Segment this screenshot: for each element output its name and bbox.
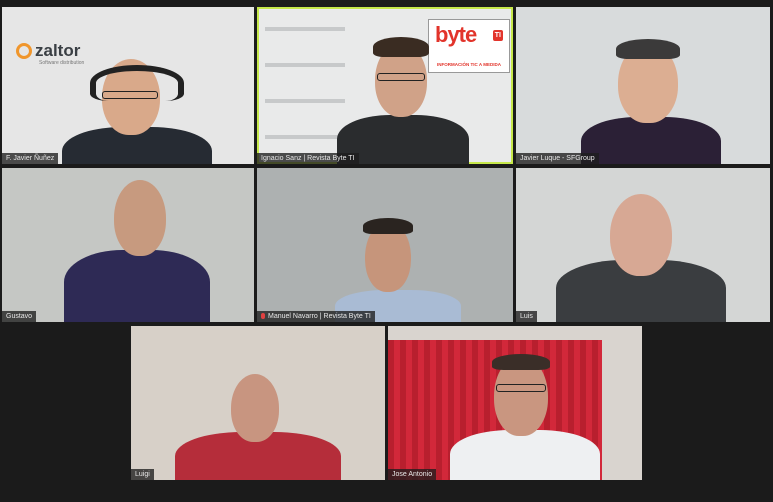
video-tile-8[interactable]: Jose Antonio	[388, 326, 642, 480]
video-tile-3[interactable]: Javier Luque - SFGroup	[516, 7, 770, 164]
participant-name: Javier Luque - SFGroup	[516, 153, 599, 164]
participant-name: Manuel Navarro | Revista Byte TI	[257, 311, 375, 322]
zaltor-logo: zaltor Software distribution	[16, 41, 84, 66]
participant-name: Ignacio Sanz | Revista Byte TI	[257, 153, 359, 164]
mic-muted-icon	[261, 313, 265, 320]
participant-name: Gustavo	[2, 311, 37, 322]
participant-name: Luis	[516, 311, 537, 322]
byte-ti-banner: byte TI INFORMACIÓN TIC A MEDIDA	[428, 19, 510, 73]
participant-name: Jose Antonio	[388, 469, 437, 480]
video-tile-5[interactable]: Manuel Navarro | Revista Byte TI	[257, 168, 513, 322]
zaltor-logo-icon	[16, 43, 32, 59]
video-tile-7[interactable]: Luigi	[131, 326, 385, 480]
video-tile-2-active-speaker[interactable]: byte TI INFORMACIÓN TIC A MEDIDA Ignacio…	[257, 7, 513, 164]
participant-name: Luigi	[131, 469, 154, 480]
video-tile-1[interactable]: zaltor Software distribution F. Javier Ñ…	[2, 7, 254, 164]
video-tile-4[interactable]: Gustavo	[2, 168, 254, 322]
participant-name: F. Javier Ñuñez	[2, 153, 59, 164]
video-tile-6[interactable]: Luis	[516, 168, 770, 322]
